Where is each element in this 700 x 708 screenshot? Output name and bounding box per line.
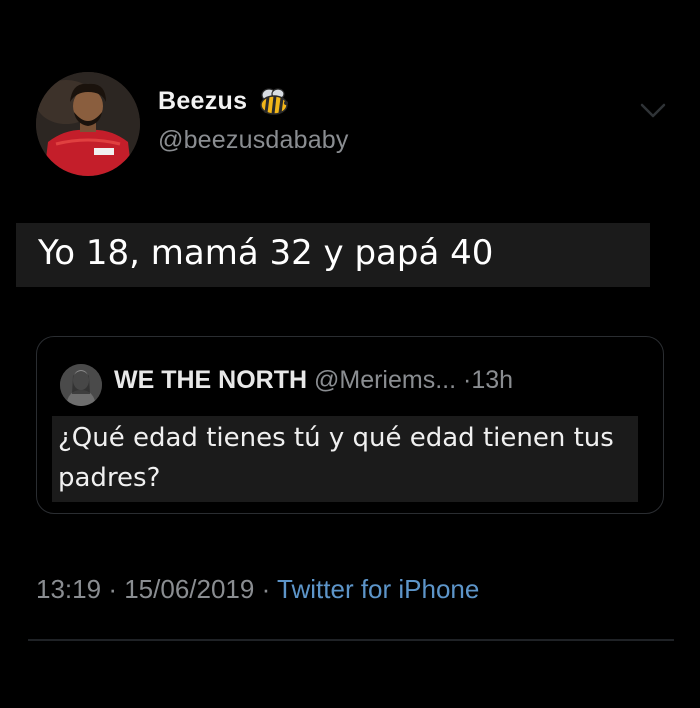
author-avatar[interactable] (36, 72, 140, 176)
chevron-down-icon[interactable] (636, 96, 670, 124)
quoted-tweet-text: ¿Qué edad tienes tú y qué edad tienen tu… (58, 423, 614, 493)
tweet-date: 15/06/2019 (124, 574, 255, 604)
author-display-name[interactable]: Beezus (158, 87, 247, 116)
quoted-time-ago: 13h (471, 366, 514, 394)
quoted-avatar-image (60, 364, 102, 406)
tweet-meta: 13:19 · 15/06/2019 · Twitter for iPhone (36, 574, 479, 605)
tweet-text: Yo 18, mamá 32 y papá 40 (38, 233, 494, 273)
bee-emoji-icon (260, 88, 289, 115)
meta-separator: · (108, 574, 117, 604)
quoted-tweet-header: WE THE NORTH @Meriems... ·13h (114, 366, 513, 395)
author-handle[interactable]: @beezusdababy (158, 126, 349, 155)
author-name-row[interactable]: Beezus (158, 86, 291, 116)
tweet-source-link[interactable]: Twitter for iPhone (277, 574, 479, 604)
avatar-image (36, 72, 140, 176)
quoted-author-avatar (60, 364, 102, 406)
tweet-detail: Beezus @beezusdababy Yo 18, mamá 32 y pa… (0, 0, 700, 708)
meta-separator: · (261, 574, 271, 604)
quoted-display-name: WE THE NORTH (114, 366, 308, 394)
quoted-handle: @Meriems... (314, 366, 457, 394)
tweet-time: 13:19 (36, 574, 102, 604)
divider (28, 639, 674, 641)
